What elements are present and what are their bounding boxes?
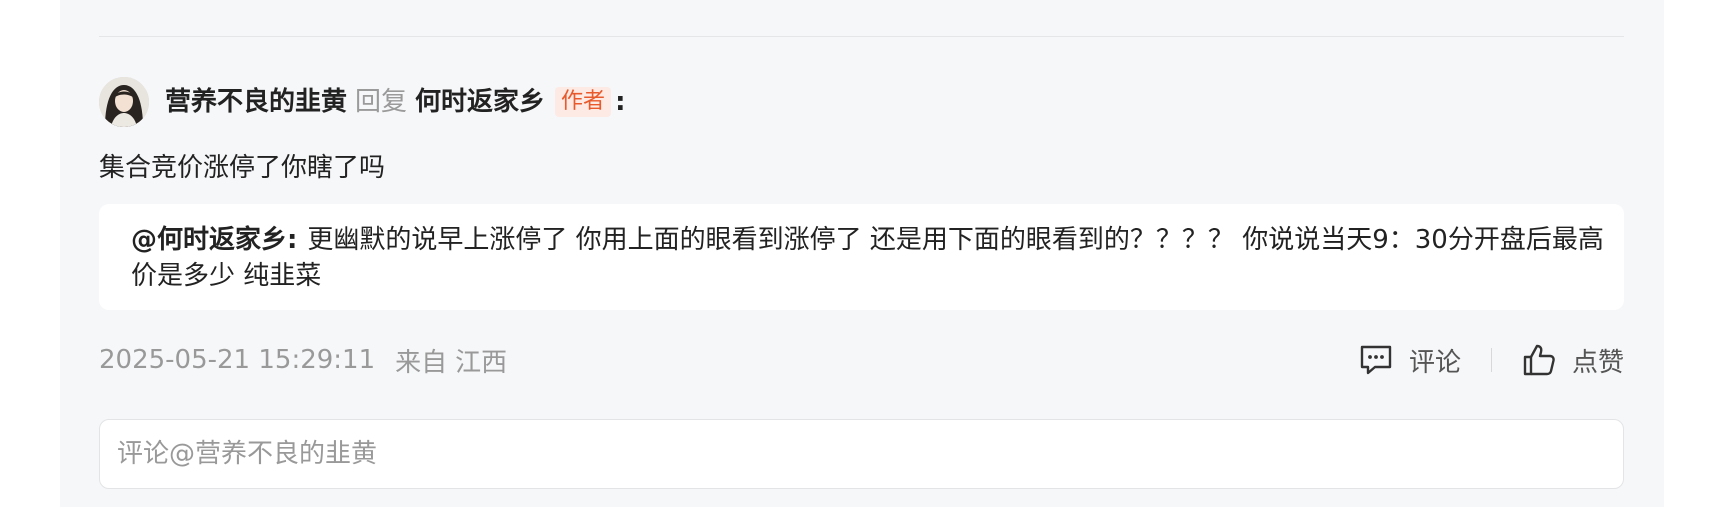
like-button[interactable]: 点赞	[1522, 342, 1624, 379]
comment-meta: 2025-05-21 15:29:11 来自 江西	[99, 342, 507, 379]
comment-actions: 评论 点赞	[1359, 342, 1624, 379]
comment-bubble-icon	[1359, 344, 1393, 376]
quoted-comment-text: 更幽默的说早上涨停了 你用上面的眼看到涨停了 还是用下面的眼看到的？？？？ 你说…	[131, 225, 1604, 291]
avatar[interactable]	[99, 77, 149, 127]
reply-thread-panel: 营养不良的韭黄 回复 何时返家乡 作者 : 集合竞价涨停了你瞎了吗 @何时返家乡…	[60, 0, 1664, 507]
reply-author-name[interactable]: 营养不良的韭黄	[165, 85, 347, 119]
reply-colon: :	[615, 87, 626, 117]
reply-word: 回复	[355, 87, 408, 117]
like-button-label: 点赞	[1571, 347, 1624, 378]
location-label: 来自	[395, 347, 448, 378]
quoted-comment: @何时返家乡: 更幽默的说早上涨停了 你用上面的眼看到涨停了 还是用下面的眼看到的…	[99, 204, 1624, 310]
author-badge: 作者	[555, 87, 612, 117]
reply-comment-text: 集合竞价涨停了你瞎了吗	[99, 153, 386, 183]
meta-row: 2025-05-21 15:29:11 来自 江西 评论 点赞	[99, 340, 1624, 380]
comment-button-label: 评论	[1408, 347, 1461, 378]
thumbs-up-icon	[1522, 343, 1556, 377]
location-value: 江西	[455, 347, 508, 378]
reply-header: 营养不良的韭黄 回复 何时返家乡 作者 :	[99, 77, 625, 127]
reply-names: 营养不良的韭黄 回复 何时返家乡 作者 :	[165, 85, 625, 119]
comment-button[interactable]: 评论	[1359, 342, 1461, 379]
reply-target-name[interactable]: 何时返家乡	[415, 85, 545, 119]
action-separator	[1490, 348, 1492, 372]
quoted-mention[interactable]: @何时返家乡:	[131, 225, 297, 255]
section-divider	[99, 36, 1624, 37]
comment-timestamp: 2025-05-21 15:29:11	[99, 345, 376, 375]
comment-input[interactable]	[99, 419, 1624, 489]
